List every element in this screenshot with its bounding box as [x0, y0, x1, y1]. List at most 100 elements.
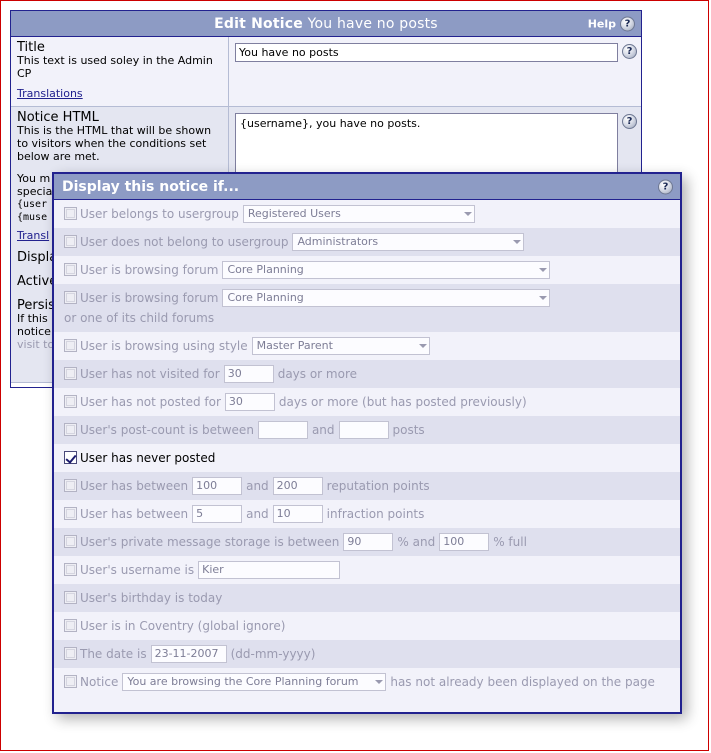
checkbox-notice-not-displayed[interactable]	[64, 675, 77, 688]
select-browsing-forum-or-child[interactable]: Core Planning	[222, 289, 551, 307]
condition-row-not-visited-days[interactable]: User has not visited for 30 days or more	[54, 360, 680, 388]
checkbox-post-count-between[interactable]	[64, 423, 77, 436]
checkbox-birthday-today[interactable]	[64, 591, 77, 604]
condition-text: User has never posted	[80, 451, 216, 465]
question-mark-icon[interactable]: ?	[622, 44, 637, 59]
condition-text: reputation points	[326, 479, 430, 493]
question-mark-icon[interactable]: ?	[622, 114, 637, 129]
checkbox-infraction-points-between[interactable]	[64, 507, 77, 520]
page-title-sub: You have no posts	[302, 15, 438, 32]
label-title-text: Title	[17, 40, 45, 55]
select-browsing-forum[interactable]: Core Planning	[222, 261, 551, 279]
question-mark-icon[interactable]: ?	[658, 179, 673, 194]
condition-text: User has between	[80, 507, 189, 521]
condition-text: User's username is	[80, 563, 195, 577]
condition-text: (dd-mm-yyyy)	[230, 647, 316, 661]
condition-text: and	[246, 507, 269, 521]
condition-row-in-coventry[interactable]: User is in Coventry (global ignore)	[54, 612, 680, 640]
condition-text: User is browsing forum	[80, 291, 219, 305]
condition-text: and	[311, 423, 335, 437]
checkbox-browsing-forum-or-child[interactable]	[64, 291, 77, 304]
title-input[interactable]	[235, 43, 618, 62]
form-label-title: Title This text is used soley in the Adm…	[11, 37, 229, 106]
page-title-main: Edit Notice	[214, 15, 303, 32]
condition-row-notice-not-displayed[interactable]: Notice You are browsing the Core Plannin…	[54, 668, 680, 696]
translations-link-notice[interactable]: Transl	[17, 229, 49, 242]
checkbox-pm-storage-between[interactable]	[64, 535, 77, 548]
condition-row-reputation-points-between[interactable]: User has between 100 and 200 reputation …	[54, 472, 680, 500]
form-field-title: ?	[229, 37, 641, 106]
condition-text: Notice	[80, 675, 119, 689]
condition-text: and	[246, 479, 269, 493]
chevron-down-icon	[513, 240, 522, 244]
display-conditions-dialog: Display this notice if... ? User belongs…	[52, 172, 682, 714]
select-value: Administrators	[297, 235, 379, 248]
condition-row-post-count-between[interactable]: User's post-count is between and posts	[54, 416, 680, 444]
condition-row-username-is[interactable]: User's username is Kier	[54, 556, 680, 584]
input-username-is[interactable]: Kier	[198, 561, 341, 579]
select-notice-not-displayed[interactable]: You are browsing the Core Planning forum	[122, 673, 387, 691]
condition-text: User is in Coventry (global ignore)	[80, 619, 286, 633]
chevron-down-icon	[539, 296, 548, 300]
condition-row-browsing-forum[interactable]: User is browsing forum Core Planning	[54, 256, 680, 284]
select-not-belongs-to-usergroup[interactable]: Administrators	[292, 233, 525, 251]
checkbox-in-coventry[interactable]	[64, 619, 77, 632]
select-browsing-style[interactable]: Master Parent	[251, 337, 430, 355]
input-pm-storage-between[interactable]: 100	[439, 533, 490, 551]
condition-row-browsing-style[interactable]: User is browsing using style Master Pare…	[54, 332, 680, 360]
input-infraction-points-between[interactable]: 5	[192, 505, 243, 523]
checkbox-browsing-style[interactable]	[64, 339, 77, 352]
checkbox-not-belongs-to-usergroup[interactable]	[64, 235, 77, 248]
checkbox-belongs-to-usergroup[interactable]	[64, 207, 77, 220]
condition-text: User has not visited for	[80, 367, 220, 381]
translations-link-title[interactable]: Translations	[17, 87, 83, 100]
input-not-visited-days[interactable]: 30	[223, 365, 274, 383]
checkbox-date-is[interactable]	[64, 647, 77, 660]
condition-row-not-belongs-to-usergroup[interactable]: User does not belong to usergroup Admini…	[54, 228, 680, 256]
condition-text: days or more (but has posted previously)	[278, 395, 527, 409]
condition-text: The date is	[80, 647, 147, 661]
help-link[interactable]: Help ?	[588, 16, 635, 31]
checkbox-never-posted[interactable]	[64, 451, 77, 464]
select-value: Core Planning	[227, 291, 304, 304]
condition-text: User has between	[80, 479, 189, 493]
chevron-down-icon	[375, 680, 384, 684]
checkbox-not-visited-days[interactable]	[64, 367, 77, 380]
checkbox-reputation-points-between[interactable]	[64, 479, 77, 492]
condition-text: User is browsing using style	[80, 339, 248, 353]
condition-row-browsing-forum-or-child[interactable]: User is browsing forum Core Planning or …	[54, 284, 680, 332]
condition-text: User is browsing forum	[80, 263, 219, 277]
condition-row-date-is[interactable]: The date is 23-11-2007 (dd-mm-yyyy)	[54, 640, 680, 668]
label-notice-html-text: Notice HTML	[17, 110, 99, 125]
condition-row-birthday-today[interactable]: User's birthday is today	[54, 584, 680, 612]
condition-text: % and	[397, 535, 436, 549]
condition-row-belongs-to-usergroup[interactable]: User belongs to usergroup Registered Use…	[54, 200, 680, 228]
form-title-bar: Edit Notice You have no posts Help ?	[11, 11, 641, 37]
input-pm-storage-between[interactable]: 90	[343, 533, 394, 551]
condition-row-pm-storage-between[interactable]: User's private message storage is betwee…	[54, 528, 680, 556]
checkbox-browsing-forum[interactable]	[64, 263, 77, 276]
input-not-posted-days[interactable]: 30	[224, 393, 275, 411]
checkbox-not-posted-days[interactable]	[64, 395, 77, 408]
condition-text: has not already been displayed on the pa…	[390, 675, 655, 689]
condition-text: posts	[392, 423, 425, 437]
question-mark-icon[interactable]: ?	[620, 16, 635, 31]
checkbox-username-is[interactable]	[64, 563, 77, 576]
condition-row-not-posted-days[interactable]: User has not posted for 30 days or more …	[54, 388, 680, 416]
condition-row-infraction-points-between[interactable]: User has between 5 and 10 infraction poi…	[54, 500, 680, 528]
input-post-count-between[interactable]	[338, 421, 389, 439]
condition-row-never-posted[interactable]: User has never posted	[54, 444, 680, 472]
select-belongs-to-usergroup[interactable]: Registered Users	[242, 205, 475, 223]
condition-text: days or more	[277, 367, 358, 381]
input-infraction-points-between[interactable]: 10	[272, 505, 323, 523]
label-title-desc: This text is used soley in the Admin CP	[17, 54, 213, 80]
select-value: Registered Users	[247, 207, 341, 220]
chevron-down-icon	[539, 268, 548, 272]
select-value: Core Planning	[227, 263, 304, 276]
input-reputation-points-between[interactable]: 100	[192, 477, 243, 495]
input-reputation-points-between[interactable]: 200	[272, 477, 323, 495]
input-date-is[interactable]: 23-11-2007	[150, 645, 227, 663]
condition-text: User's birthday is today	[80, 591, 223, 605]
input-post-count-between[interactable]	[257, 421, 308, 439]
dialog-title-bar: Display this notice if... ?	[54, 174, 680, 200]
